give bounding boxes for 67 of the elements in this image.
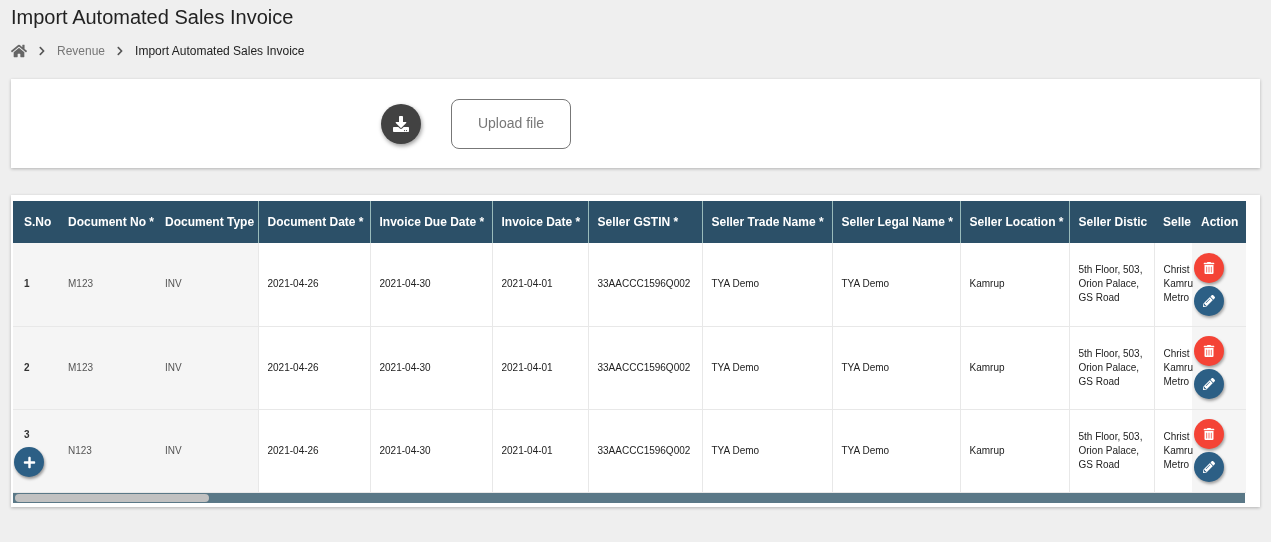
column-header: Seller Legal Name *	[832, 201, 960, 243]
table-cell-text: TYA Demo	[841, 277, 891, 292]
table-cell-text: 33AACCC1596Q002	[597, 360, 692, 375]
home-icon[interactable]	[11, 43, 27, 59]
table-cell-text: INV	[165, 443, 183, 458]
page-title: Import Automated Sales Invoice	[10, 5, 294, 29]
pencil-icon	[1203, 378, 1215, 390]
upload-file-button[interactable]: Upload file	[451, 98, 571, 149]
column-header: Seller Trade Name *	[702, 201, 832, 243]
table-cell-text: TYA Demo	[711, 443, 761, 458]
trash-icon	[1203, 428, 1215, 440]
chevron-icon	[37, 46, 47, 56]
table-cell-text: 2021-04-26	[267, 443, 320, 458]
horizontal-scrollbar[interactable]	[13, 492, 1245, 503]
table-cell-text: 5th Floor, 503, Orion Palace, GS Road	[1078, 429, 1144, 472]
column-header: Document Date *	[258, 201, 370, 243]
table-cell-text: N123	[68, 443, 93, 458]
table-cell-text: M123	[68, 277, 94, 292]
column-header: Document Type	[156, 201, 258, 243]
table-cell-text: TYA Demo	[711, 360, 761, 375]
column-header: Seller GSTIN *	[588, 201, 702, 243]
table-cell-text: M123	[68, 360, 94, 375]
table-cell-text: 2021-04-01	[501, 277, 554, 292]
delete-button[interactable]	[1194, 419, 1224, 449]
table-cell-text: 2021-04-30	[379, 277, 432, 292]
plus-icon	[22, 455, 36, 469]
delete-button[interactable]	[1194, 336, 1224, 366]
table-cell-text: TYA Demo	[841, 443, 891, 458]
column-header: Selle	[1154, 201, 1192, 243]
column-header: Action	[1192, 201, 1246, 243]
download-button[interactable]	[381, 103, 421, 144]
column-header: Invoice Due Date *	[370, 201, 492, 243]
edit-button[interactable]	[1194, 369, 1224, 399]
column-header: Seller Location *	[960, 201, 1069, 243]
column-header: S.No	[13, 201, 59, 243]
download-icon	[393, 115, 409, 132]
table-cell-text: 5th Floor, 503, Orion Palace, GS Road	[1078, 263, 1144, 306]
trash-icon	[1203, 261, 1215, 274]
pencil-icon	[1203, 461, 1215, 473]
table-cell-text: 33AACCC1596Q002	[597, 443, 692, 458]
edit-button[interactable]	[1194, 285, 1224, 316]
table-cell-text: INV	[165, 360, 183, 375]
table-cell-text: INV	[165, 277, 183, 292]
table-cell-text: 2021-04-26	[267, 277, 320, 292]
pencil-icon	[1203, 294, 1215, 307]
table-cell-text: Kamrup	[969, 443, 1006, 458]
column-header: Document No *	[59, 201, 156, 243]
delete-button[interactable]	[1194, 252, 1224, 283]
table-cell-text: Kamrup	[969, 360, 1006, 375]
table-cell-text: 2021-04-26	[267, 360, 320, 375]
table-cell-text: 2	[24, 360, 31, 375]
table-cell-text: 2021-04-01	[501, 360, 554, 375]
table-cell-text: 5th Floor, 503, Orion Palace, GS Road	[1078, 346, 1144, 389]
table-cell-text: 2021-04-30	[379, 360, 432, 375]
column-header: Invoice Date *	[492, 201, 588, 243]
table-cell-text: 2021-04-01	[501, 443, 554, 458]
table-cell-text: 2021-04-30	[379, 443, 432, 458]
table-cell-text: 1	[24, 277, 31, 292]
table-cell-text: 33AACCC1596Q002	[597, 277, 692, 292]
edit-button[interactable]	[1194, 452, 1224, 482]
column-header: Seller Distic	[1069, 201, 1154, 243]
table-cell-text: TYA Demo	[841, 360, 891, 375]
breadcrumb-link[interactable]: Revenue	[57, 42, 106, 60]
trash-icon	[1203, 345, 1215, 357]
table-cell-text: Kamrup	[969, 277, 1006, 292]
table-cell-text: 3	[24, 427, 31, 442]
table-cell-text: TYA Demo	[711, 277, 761, 292]
